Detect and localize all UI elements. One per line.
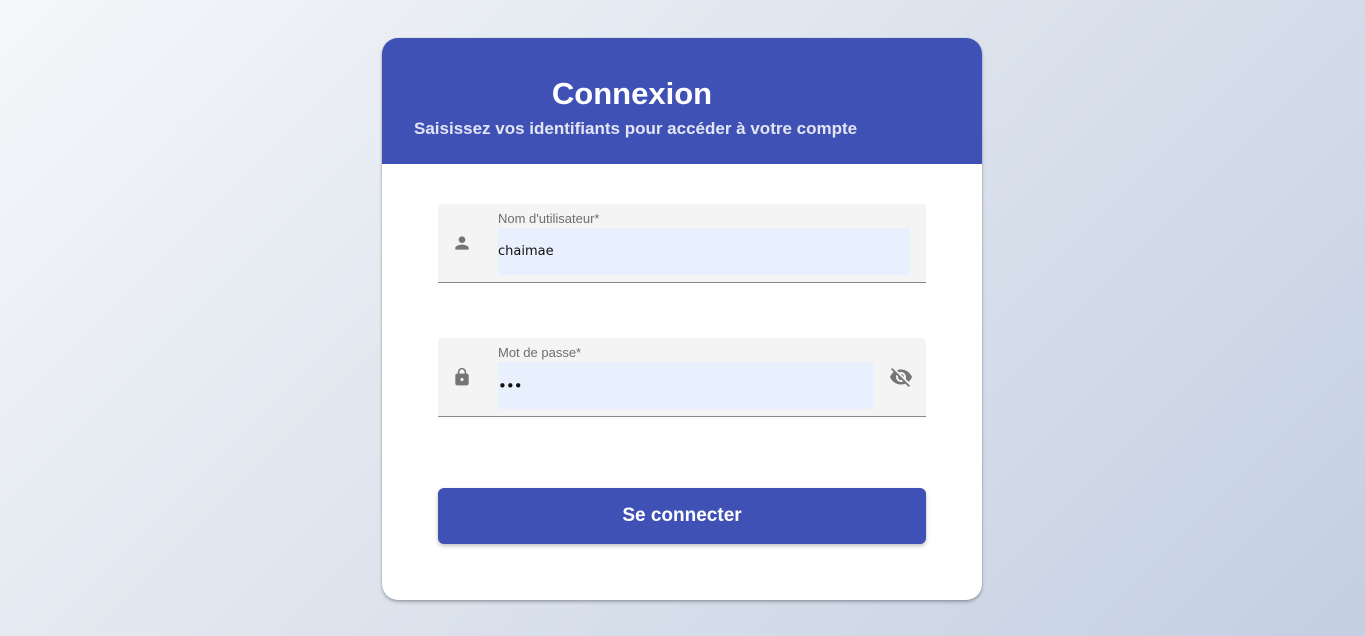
page-subtitle: Saisissez vos identifiants pour accéder …: [414, 119, 858, 138]
username-input[interactable]: [498, 228, 910, 275]
password-label: Mot de passe*: [498, 345, 582, 360]
page-title: Connexion: [551, 76, 713, 111]
card-header: Connexion Saisissez vos identifiants pou…: [382, 38, 982, 164]
password-input[interactable]: [498, 362, 874, 409]
person-icon: [452, 232, 472, 254]
username-field[interactable]: Nom d'utilisateur*: [438, 204, 926, 283]
eye-off-icon: [890, 368, 912, 387]
toggle-password-visibility-button[interactable]: [888, 366, 914, 388]
login-card: Connexion Saisissez vos identifiants pou…: [382, 38, 982, 600]
username-label: Nom d'utilisateur*: [498, 211, 600, 226]
password-field[interactable]: Mot de passe*: [438, 338, 926, 417]
login-button[interactable]: Se connecter: [438, 488, 926, 544]
lock-icon: [452, 366, 472, 388]
